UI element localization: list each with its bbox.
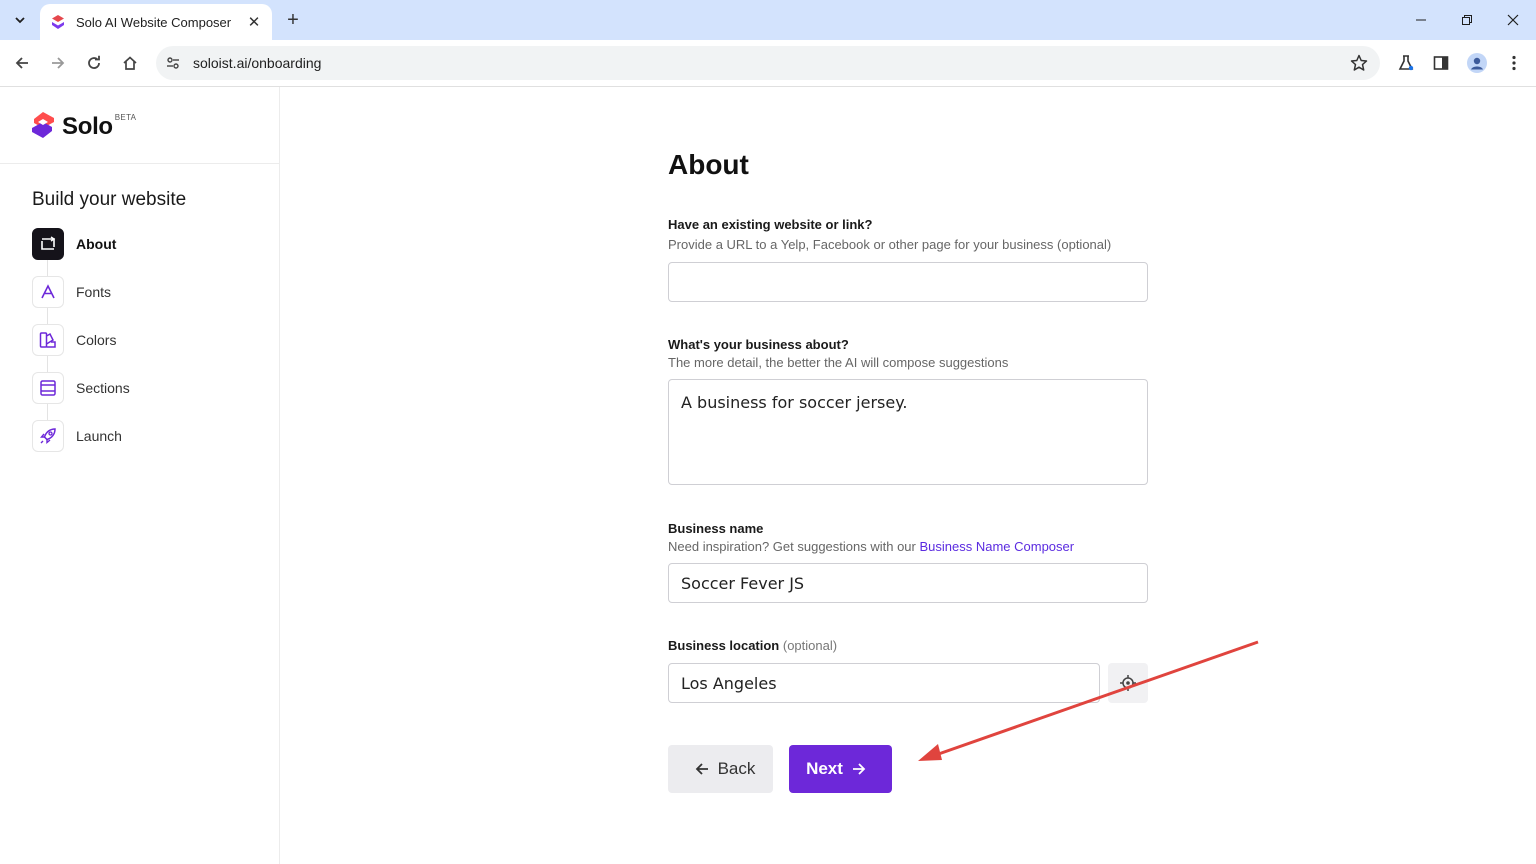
- arrow-left-icon: [15, 57, 28, 69]
- main-content: About Have an existing website or link? …: [280, 87, 1536, 864]
- sidebar-item-about[interactable]: About: [32, 228, 116, 260]
- tab-close-icon[interactable]: ✕: [246, 14, 262, 31]
- business-name-label: Business name: [668, 521, 764, 536]
- tab-title: Solo AI Website Composer: [76, 14, 232, 30]
- kebab-menu-icon: [1512, 55, 1516, 71]
- website-label: Have an existing website or link?: [668, 217, 873, 232]
- sidebar-item-colors[interactable]: Colors: [32, 324, 116, 356]
- solo-logo[interactable]: Solo BETA: [31, 111, 136, 141]
- reload-button[interactable]: [82, 51, 106, 75]
- beta-badge: BETA: [114, 113, 137, 122]
- sidebar: Solo BETA Build your website About Fonts…: [0, 87, 280, 864]
- locate-me-button[interactable]: [1108, 663, 1148, 703]
- business-name-composer-link[interactable]: Business Name Composer: [919, 539, 1074, 554]
- restore-button[interactable]: [1444, 0, 1490, 40]
- sidebar-item-sections[interactable]: Sections: [32, 372, 130, 404]
- website-input[interactable]: [668, 262, 1148, 302]
- fonts-icon: [32, 276, 64, 308]
- forward-nav-button[interactable]: [46, 51, 70, 75]
- next-button[interactable]: Next: [789, 745, 892, 793]
- sections-icon: [32, 372, 64, 404]
- bookmark-star-icon[interactable]: [1350, 54, 1368, 72]
- sidebar-item-label: About: [76, 236, 117, 252]
- close-icon: [1507, 14, 1519, 26]
- sidebar-item-label: Sections: [76, 380, 130, 396]
- sidebar-item-fonts[interactable]: Fonts: [32, 276, 111, 308]
- about-icon: [32, 228, 64, 260]
- next-button-label: Next: [806, 759, 843, 778]
- solo-favicon-icon: [52, 15, 64, 29]
- profile-button[interactable]: [1465, 51, 1489, 75]
- reload-icon: [88, 55, 100, 69]
- back-button[interactable]: Back: [668, 745, 773, 793]
- rocket-icon: [32, 420, 64, 452]
- arrow-right-icon: [852, 763, 866, 775]
- browser-toolbar: soloist.ai/onboarding: [0, 40, 1536, 87]
- minimize-icon: [1416, 19, 1426, 21]
- arrow-left-icon: [695, 763, 708, 775]
- flask-icon: [1398, 55, 1414, 71]
- back-button-label: Back: [717, 759, 756, 778]
- optional-tag: (optional): [782, 638, 838, 653]
- url-text: soloist.ai/onboarding: [193, 55, 322, 71]
- side-panel-icon: [1433, 56, 1449, 70]
- chevron-down-icon: [15, 17, 25, 24]
- browser-menu-button[interactable]: [1502, 51, 1526, 75]
- home-button[interactable]: [118, 51, 142, 75]
- restore-icon: [1462, 15, 1472, 25]
- sidebar-item-label: Launch: [76, 428, 122, 444]
- colors-icon: [32, 324, 64, 356]
- business-name-input[interactable]: Soccer Fever JS: [668, 563, 1148, 603]
- about-label: What's your business about?: [668, 337, 849, 352]
- sidebar-item-launch[interactable]: Launch: [32, 420, 122, 452]
- business-location-label: Business location (optional): [668, 638, 837, 653]
- crosshair-location-icon: [1120, 675, 1136, 691]
- about-help: The more detail, the better the AI will …: [668, 355, 1009, 370]
- business-name-help-text: Need inspiration? Get suggestions with o…: [668, 539, 920, 554]
- browser-tab-strip: Solo AI Website Composer ✕ +: [0, 0, 1536, 40]
- avatar-icon: [1467, 53, 1487, 73]
- close-window-button[interactable]: [1490, 0, 1536, 40]
- sidebar-item-label: Colors: [76, 332, 117, 348]
- solo-logo-icon: [32, 112, 54, 138]
- sidebar-item-label: Fonts: [76, 284, 112, 300]
- labs-button[interactable]: [1394, 51, 1418, 75]
- arrow-right-icon: [52, 57, 65, 69]
- tab-search-button[interactable]: [8, 8, 32, 32]
- business-location-input[interactable]: Los Angeles: [668, 663, 1100, 703]
- home-icon: [123, 56, 137, 70]
- new-tab-button[interactable]: +: [282, 9, 304, 31]
- address-bar[interactable]: soloist.ai/onboarding: [156, 46, 1380, 80]
- minimize-button[interactable]: [1398, 0, 1444, 40]
- site-info-icon[interactable]: [164, 54, 182, 72]
- side-panel-button[interactable]: [1429, 51, 1453, 75]
- website-help: Provide a URL to a Yelp, Facebook or oth…: [668, 237, 1112, 252]
- brand-name: Solo: [62, 113, 113, 140]
- back-nav-button[interactable]: [10, 51, 34, 75]
- business-location-label-text: Business location: [668, 638, 780, 653]
- browser-tab[interactable]: Solo AI Website Composer ✕: [40, 4, 272, 40]
- sidebar-divider: [0, 163, 279, 164]
- business-name-help: Need inspiration? Get suggestions with o…: [668, 539, 1074, 554]
- about-textarea[interactable]: A business for soccer jersey.: [668, 379, 1148, 485]
- page-title: About: [668, 149, 749, 180]
- sidebar-heading: Build your website: [32, 189, 187, 210]
